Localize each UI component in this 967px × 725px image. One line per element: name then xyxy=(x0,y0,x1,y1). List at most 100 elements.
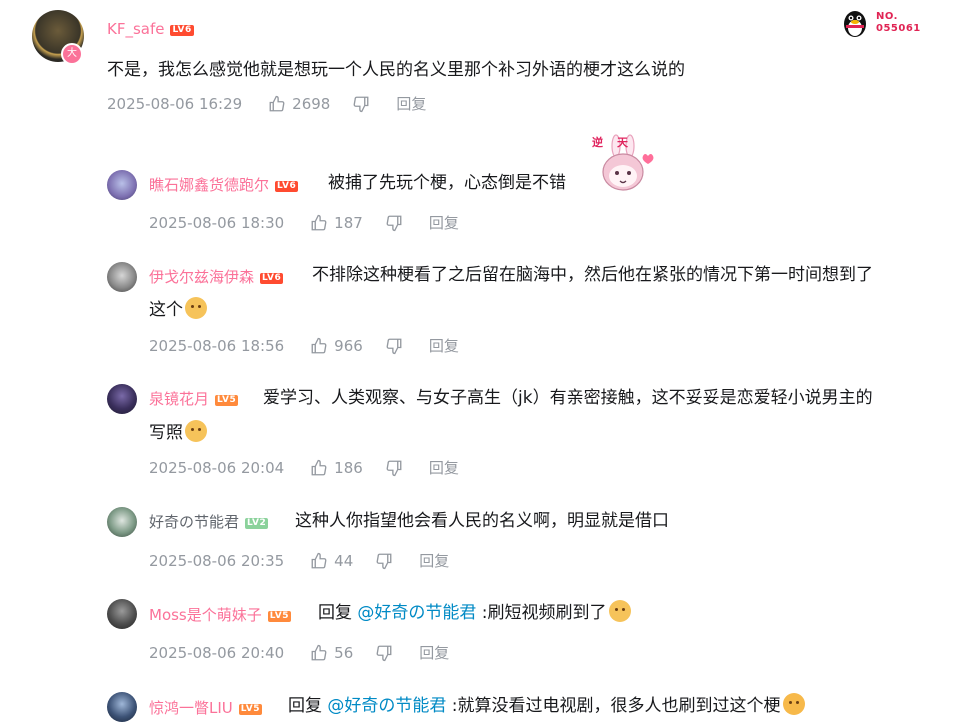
like-count: 186 xyxy=(334,458,363,477)
emoji-doge xyxy=(608,600,631,622)
like-button[interactable]: 44 xyxy=(310,552,353,570)
like-icon xyxy=(311,337,327,353)
dislike-button[interactable] xyxy=(385,337,403,355)
username[interactable]: 伊戈尔兹海伊森 LV6 xyxy=(149,266,284,287)
level-badge: LV6 xyxy=(260,273,284,284)
fan-badge: NO. 055061 xyxy=(840,8,921,38)
sticker-text: 逆天 xyxy=(592,136,642,149)
emoji-blush xyxy=(782,693,805,715)
reply-text-line: 这个 xyxy=(149,300,183,320)
like-icon xyxy=(269,95,285,111)
timestamp: 2025-08-06 20:40 xyxy=(149,643,285,662)
avatar[interactable] xyxy=(107,507,137,537)
avatar[interactable] xyxy=(107,170,137,200)
fan-badge-number: 055061 xyxy=(876,23,921,34)
avatar[interactable] xyxy=(107,692,137,722)
username-text[interactable]: Moss是个萌妹子 xyxy=(149,606,262,624)
timestamp: 2025-08-06 20:04 xyxy=(149,458,285,477)
reply-text: 写照 xyxy=(149,418,207,448)
comment-meta: 2025-08-06 20:04 186 回复 xyxy=(149,457,459,478)
like-button[interactable]: 2698 xyxy=(268,95,330,113)
reply-button[interactable]: 回复 xyxy=(429,335,459,356)
level-badge: LV2 xyxy=(245,518,269,529)
reply-button[interactable]: 回复 xyxy=(396,93,426,114)
mention-link[interactable]: @好奇の节能君 xyxy=(327,696,446,716)
reply-prefix: 回复 xyxy=(288,696,328,716)
timestamp: 2025-08-06 18:56 xyxy=(149,336,285,355)
username-text[interactable]: 好奇の节能君 xyxy=(149,513,239,531)
username-text[interactable]: 惊鸿一瞥LIU xyxy=(149,699,233,717)
timestamp: 2025-08-06 20:35 xyxy=(149,551,285,570)
like-button[interactable]: 187 xyxy=(310,214,363,232)
mention-link[interactable]: @好奇の节能君 xyxy=(357,603,476,623)
dislike-button[interactable] xyxy=(352,95,370,113)
like-count: 44 xyxy=(334,551,354,570)
comment-meta: 2025-08-06 18:30 187 回复 xyxy=(149,212,459,233)
level-badge: LV5 xyxy=(215,395,239,406)
dislike-button[interactable] xyxy=(385,459,403,477)
like-count: 187 xyxy=(334,213,363,232)
like-icon xyxy=(311,459,327,475)
like-icon xyxy=(311,644,327,660)
reply-prefix: 回复 xyxy=(318,603,358,623)
username[interactable]: KF_safe LV6 xyxy=(107,20,194,38)
comment-meta: 2025-08-06 16:29 2698 回复 xyxy=(107,93,426,114)
comment-meta: 2025-08-06 18:56 966 回复 xyxy=(149,335,459,356)
reply-button[interactable]: 回复 xyxy=(419,550,449,571)
reply-button[interactable]: 回复 xyxy=(429,212,459,233)
dislike-icon xyxy=(376,645,392,661)
dislike-button[interactable] xyxy=(385,214,403,232)
username-text[interactable]: KF_safe xyxy=(107,20,164,38)
reply-text: 爱学习、人类观察、与女子高生（jk）有亲密接触，这不妥妥是恋爱轻小说男主的 xyxy=(263,383,873,413)
avatar[interactable] xyxy=(107,262,137,292)
dislike-icon xyxy=(376,553,392,569)
dislike-button[interactable] xyxy=(375,644,393,662)
reply-text: 这个 xyxy=(149,295,207,325)
comment-meta: 2025-08-06 20:35 44 回复 xyxy=(149,550,449,571)
reply-body: :就算没看过电视剧，很多人也刷到过这个梗 xyxy=(446,696,781,716)
dislike-icon xyxy=(386,338,402,354)
comment-meta: 2025-08-06 20:40 56 回复 xyxy=(149,642,449,663)
penguin-icon xyxy=(844,11,866,37)
avatar-badge: 大 xyxy=(61,43,83,65)
reply-text: 回复 @好奇の节能君 :刷短视频刷到了 xyxy=(318,598,631,628)
emoji-doge xyxy=(185,297,207,319)
fan-badge-label: NO. xyxy=(876,11,898,22)
reply-text: 不排除这种梗看了之后留在脑海中，然后他在紧张的情况下第一时间想到了 xyxy=(312,260,873,290)
dislike-icon xyxy=(386,215,402,231)
reply-text-line: 不排除这种梗看了之后留在脑海中，然后他在紧张的情况下第一时间想到了 xyxy=(312,265,873,285)
reply-button[interactable]: 回复 xyxy=(429,457,459,478)
reply-text: 这种人你指望他会看人民的名义啊，明显就是借口 xyxy=(295,511,669,531)
like-button[interactable]: 56 xyxy=(310,644,353,662)
like-count: 2698 xyxy=(292,94,331,113)
reply-button[interactable]: 回复 xyxy=(419,642,449,663)
like-icon xyxy=(311,214,327,230)
username-text[interactable]: 伊戈尔兹海伊森 xyxy=(149,268,254,286)
level-badge: LV6 xyxy=(170,25,194,36)
level-badge: LV6 xyxy=(275,181,299,192)
dislike-button[interactable] xyxy=(375,552,393,570)
like-button[interactable]: 186 xyxy=(310,459,363,477)
reply-text-line: 爱学习、人类观察、与女子高生（jk）有亲密接触，这不妥妥是恋爱轻小说男主的 xyxy=(263,388,873,408)
sticker: 逆天 xyxy=(592,134,658,196)
timestamp: 2025-08-06 18:30 xyxy=(149,213,285,232)
level-badge: LV5 xyxy=(267,611,291,622)
like-count: 56 xyxy=(334,643,354,662)
level-badge: LV5 xyxy=(238,704,262,715)
username[interactable]: Moss是个萌妹子 LV5 xyxy=(149,604,291,625)
like-count: 966 xyxy=(334,336,363,355)
timestamp: 2025-08-06 16:29 xyxy=(107,94,243,113)
reply-text: 被捕了先玩个梗，心态倒是不错 xyxy=(328,173,566,193)
reply-text-line: 写照 xyxy=(149,423,183,443)
username[interactable]: 瞧石娜鑫货德跑尔 LV6 xyxy=(149,174,299,195)
avatar[interactable] xyxy=(107,599,137,629)
comment-text: 不是，我怎么感觉他就是想玩一个人民的名义里那个补习外语的梗才这么说的 xyxy=(107,60,685,80)
emoji-doge xyxy=(185,420,207,442)
username[interactable]: 泉镜花月 LV5 xyxy=(149,388,239,409)
username-text[interactable]: 泉镜花月 xyxy=(149,390,209,408)
username[interactable]: 惊鸿一瞥LIU LV5 xyxy=(149,697,262,718)
username[interactable]: 好奇の节能君 LV2 xyxy=(149,511,269,532)
username-text[interactable]: 瞧石娜鑫货德跑尔 xyxy=(149,176,269,194)
like-button[interactable]: 966 xyxy=(310,337,363,355)
avatar[interactable] xyxy=(107,384,137,414)
